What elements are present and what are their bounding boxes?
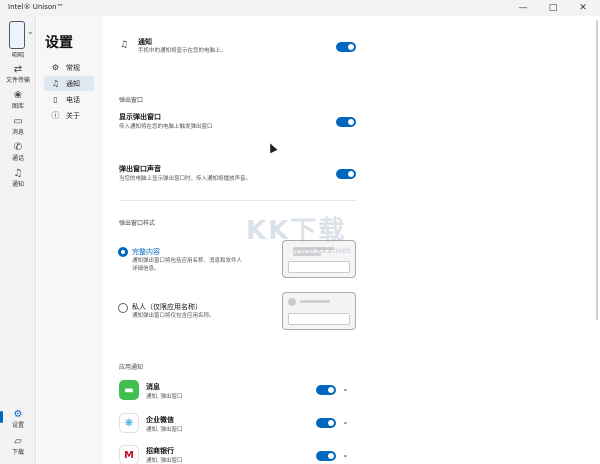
watermark: KK下载 bbox=[246, 216, 347, 246]
preview-box bbox=[288, 313, 350, 325]
style-full-desc-2: 详细信息。 bbox=[132, 266, 160, 272]
menu-item-phone[interactable]: ▯ 电话 bbox=[44, 92, 94, 107]
rail-item-label: 下载 bbox=[11, 449, 24, 456]
rail-item-settings[interactable]: ⚙ 设置 bbox=[0, 409, 36, 429]
gear-icon: ⚙ bbox=[13, 409, 23, 420]
rail-item-label: 消息 bbox=[11, 129, 24, 136]
notifications-desc: 手机中的通知将显示在您的电脑上。 bbox=[138, 48, 227, 54]
style-private-desc: 通知弹出窗口将仅包含应用名称。 bbox=[132, 313, 215, 319]
menu-item-label: 关于 bbox=[66, 111, 80, 120]
popup-sound-title: 弹出窗口声音 bbox=[119, 165, 161, 173]
app-name: 招商银行 bbox=[146, 447, 174, 455]
rail-item-gallery[interactable]: ❀ 图库 bbox=[0, 90, 36, 110]
nav-rail: ⌄ 昭昭 ⇄ 文件传输 ❀ 图库 ▭ 消息 ✆ 通话 ♫ 通知 ⚙ 设置 ▱ 下… bbox=[0, 16, 36, 464]
rail-item-calls[interactable]: ✆ 通话 bbox=[0, 142, 36, 162]
rail-item-messages[interactable]: ▭ 消息 bbox=[0, 116, 36, 136]
chevron-down-icon[interactable]: ⌄ bbox=[342, 450, 349, 459]
show-popup-toggle[interactable] bbox=[336, 117, 356, 127]
app-desc: 通知, 弹出窗口 bbox=[146, 394, 183, 400]
style-private-label[interactable]: 私人（仅限应用名称） bbox=[132, 302, 202, 312]
maximize-button[interactable]: □ bbox=[538, 0, 568, 16]
gallery-icon: ❀ bbox=[13, 90, 23, 101]
rail-item-label: 通知 bbox=[11, 181, 24, 188]
phone-icon: ✆ bbox=[13, 142, 23, 153]
popup-sound-toggle[interactable] bbox=[336, 169, 356, 179]
chevron-down-icon[interactable]: ⌄ bbox=[27, 27, 34, 36]
private-preview bbox=[282, 292, 356, 330]
settings-sidebar: 设置 ⚙ 常规 ♫ 通知 ▯ 电话 ⓘ 关于 bbox=[37, 16, 103, 464]
divider bbox=[119, 200, 357, 201]
wecom-app-icon: ❋ bbox=[119, 413, 139, 433]
preview-avatar bbox=[288, 298, 296, 306]
menu-item-general[interactable]: ⚙ 常规 bbox=[44, 60, 94, 75]
app-toggle-messages[interactable] bbox=[316, 385, 336, 395]
app-name: 企业微信 bbox=[146, 416, 174, 424]
preview-box bbox=[288, 261, 350, 273]
phone-device-icon: ▯ bbox=[53, 95, 58, 104]
bell-icon: ♫ bbox=[13, 168, 23, 179]
style-full-desc: 通知弹出窗口将包括应用名称、消息和发件人 bbox=[132, 258, 243, 264]
folder-icon: ▱ bbox=[14, 436, 22, 447]
page-title: 设置 bbox=[45, 35, 73, 51]
title-bar: Intel® Unison™ — □ ✕ bbox=[0, 0, 600, 16]
style-full-radio[interactable] bbox=[118, 247, 128, 257]
style-full-label[interactable]: 完整内容 bbox=[132, 247, 160, 257]
rail-item-notifications[interactable]: ♫ 通知 bbox=[0, 168, 36, 188]
scrollbar[interactable] bbox=[596, 20, 598, 320]
menu-item-label: 电话 bbox=[66, 95, 80, 104]
popup-sound-desc: 当您的电脑上显示弹出窗口时，传入通知将播放声音。 bbox=[119, 176, 252, 182]
bell-icon: ♫ bbox=[51, 79, 60, 88]
bell-icon: ♫ bbox=[120, 40, 129, 50]
rail-item-label: 文件传输 bbox=[5, 77, 30, 84]
rail-item-transfer[interactable]: ⇄ 文件传输 bbox=[0, 64, 36, 84]
device-name: 昭昭 bbox=[11, 52, 24, 59]
messages-app-icon: ▬ bbox=[119, 380, 139, 400]
menu-item-label: 通知 bbox=[66, 79, 80, 88]
rail-item-downloads[interactable]: ▱ 下载 bbox=[0, 436, 36, 456]
app-toggle-cmb[interactable] bbox=[316, 451, 336, 461]
section-app-notifications: 应用通知 bbox=[119, 364, 144, 371]
app-title: Intel® Unison™ bbox=[8, 3, 64, 11]
rail-item-label: 设置 bbox=[11, 422, 24, 429]
info-icon: ⓘ bbox=[51, 111, 60, 120]
preview-line bbox=[300, 300, 330, 303]
show-popup-desc: 传入通知将在您的电脑上触发弹出窗口 bbox=[119, 124, 213, 130]
watermark-url: www.kkx.net bbox=[292, 246, 351, 255]
menu-item-label: 常规 bbox=[66, 63, 80, 72]
menu-item-about[interactable]: ⓘ 关于 bbox=[44, 108, 94, 123]
show-popup-title: 显示弹出窗口 bbox=[119, 113, 161, 121]
menu-item-notifications[interactable]: ♫ 通知 bbox=[44, 76, 94, 91]
style-private-radio[interactable] bbox=[118, 303, 128, 313]
close-button[interactable]: ✕ bbox=[568, 0, 598, 16]
section-popup-style: 弹出窗口样式 bbox=[119, 220, 156, 227]
section-popup: 弹出窗口 bbox=[119, 97, 144, 104]
chevron-down-icon[interactable]: ⌄ bbox=[342, 417, 349, 426]
rail-item-label: 图库 bbox=[11, 103, 24, 110]
cmb-app-icon: M bbox=[119, 445, 139, 464]
gear-icon: ⚙ bbox=[51, 63, 60, 72]
app-name: 消息 bbox=[146, 383, 160, 391]
app-desc: 通知, 弹出窗口 bbox=[146, 427, 183, 433]
chevron-down-icon[interactable]: ⌄ bbox=[342, 384, 349, 393]
notifications-toggle[interactable] bbox=[336, 42, 356, 52]
minimize-button[interactable]: — bbox=[508, 0, 538, 16]
app-toggle-wecom[interactable] bbox=[316, 418, 336, 428]
app-desc: 通知, 弹出窗口 bbox=[146, 458, 183, 464]
message-icon: ▭ bbox=[13, 116, 23, 127]
transfer-icon: ⇄ bbox=[13, 64, 23, 75]
rail-item-label: 通话 bbox=[11, 155, 24, 162]
phone-device-icon[interactable] bbox=[9, 21, 25, 49]
